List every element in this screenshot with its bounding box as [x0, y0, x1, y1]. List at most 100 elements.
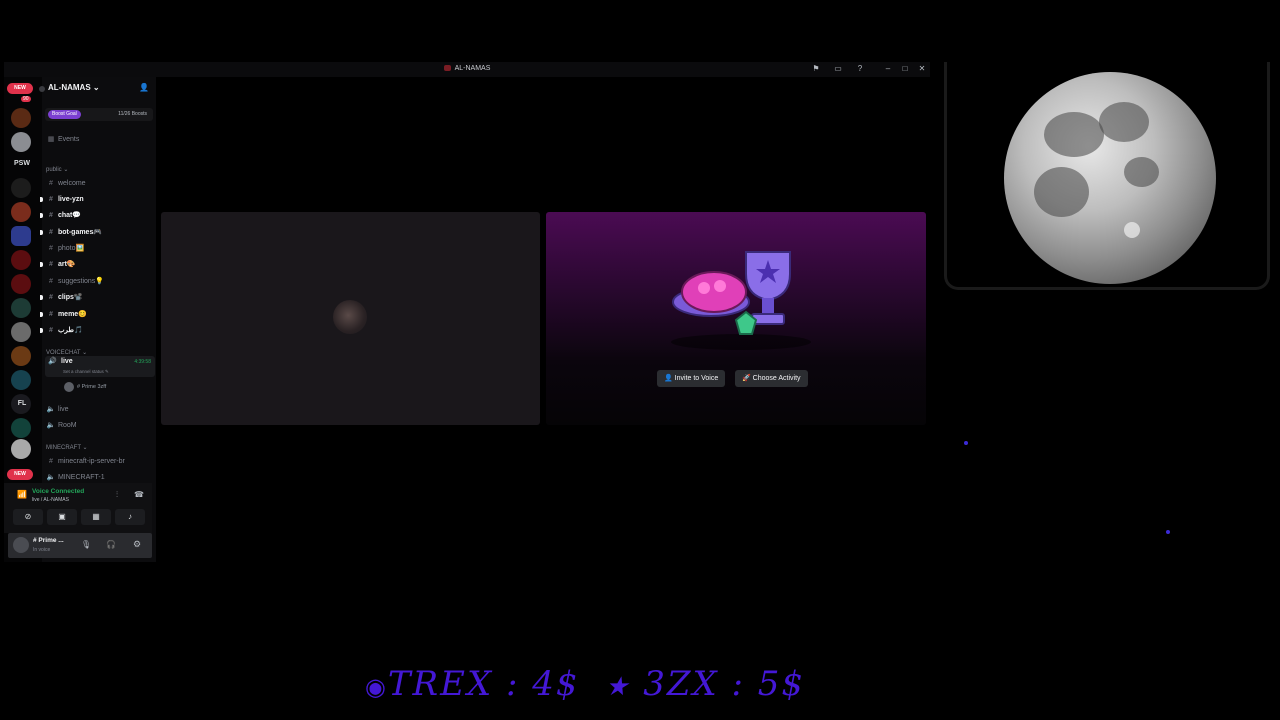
signal-icon[interactable]: 📶 [17, 490, 27, 499]
unread-indicator [40, 312, 43, 317]
channel-bot-games[interactable]: # bot-games🎮 [40, 226, 152, 239]
channel-chat[interactable]: # chat💬 [40, 209, 152, 222]
voice-status[interactable]: Voice Connected [32, 488, 84, 495]
hash-icon: # [49, 327, 53, 334]
new-badge[interactable]: NEW [7, 83, 33, 94]
server-icon-text[interactable]: FL [8, 400, 36, 407]
hash-icon: # [49, 180, 53, 187]
channel-meme[interactable]: # meme😊 [40, 308, 152, 321]
choose-activity-button[interactable]: 🚀 Choose Activity [735, 370, 808, 387]
user-name[interactable]: # Prime ... [33, 537, 64, 544]
help-icon[interactable]: ? [854, 63, 866, 75]
unread-indicator [40, 230, 43, 235]
maximize-icon[interactable]: □ [899, 63, 911, 75]
server-icon[interactable] [11, 418, 31, 438]
user-status: In voice [33, 547, 51, 553]
category-public[interactable]: public ⌄ [46, 166, 68, 173]
unread-indicator [40, 328, 43, 333]
rocket-icon: 🚀 [742, 375, 751, 382]
sparkle [1166, 530, 1170, 534]
unread-indicator [40, 262, 43, 267]
server-icon[interactable] [11, 108, 31, 128]
channel-art[interactable]: # art🎨 [40, 258, 152, 271]
new-badge[interactable]: NEW [7, 469, 33, 480]
user-avatar[interactable] [13, 537, 29, 553]
activity-tile: 👤 Invite to Voice 🚀 Choose Activity [546, 212, 926, 425]
noise-suppression-icon[interactable]: ⫶ [116, 490, 118, 500]
server-icon[interactable] [11, 132, 31, 152]
soundboard-button[interactable]: ♪ [115, 509, 145, 525]
headphones-icon[interactable]: 🎧 [106, 540, 116, 549]
server-icon[interactable] [11, 439, 31, 459]
microphone-icon[interactable]: 🎙 [81, 540, 91, 549]
hash-icon: # [49, 294, 53, 301]
settings-gear-icon[interactable]: ⚙ [133, 539, 141, 550]
voice-timer: 4:39:58 [134, 359, 151, 365]
server-icon[interactable] [11, 250, 31, 270]
unread-indicator [40, 295, 43, 300]
server-icon[interactable] [11, 274, 31, 294]
participant-tile[interactable] [161, 212, 540, 425]
mention-count-badge: 90 [21, 96, 31, 102]
server-icon[interactable] [11, 202, 31, 222]
activities-button[interactable]: ▦ [81, 509, 111, 525]
server-icon[interactable] [11, 322, 31, 342]
screen-share-button[interactable]: ▣ [47, 509, 77, 525]
server-icon[interactable] [11, 346, 31, 366]
minimize-icon[interactable]: – [882, 63, 894, 75]
invite-to-voice-button[interactable]: 👤 Invite to Voice [657, 370, 726, 387]
disconnect-icon[interactable]: ☎ [134, 490, 144, 499]
server-icon[interactable] [11, 370, 31, 390]
server-icon-text[interactable]: PSW [8, 160, 36, 167]
voice-channel-live-active[interactable]: 🔊 live 4:39:58 Set a channel status ✎ [45, 356, 155, 377]
voice-channel-path[interactable]: live / AL-NAMAS [32, 497, 69, 503]
voice-member-name[interactable]: # Prime 3zff [77, 384, 106, 390]
hash-icon: # [49, 245, 53, 252]
channel-tarab[interactable]: # طرب🎵 [40, 324, 152, 337]
category-voicechat[interactable]: VOICECHAT ⌄ [46, 349, 87, 356]
moon-mare [1034, 167, 1089, 217]
activity-illustration [671, 251, 811, 350]
member-avatar[interactable] [64, 382, 74, 392]
channel-welcome[interactable]: # welcome [46, 177, 152, 190]
hash-icon: # [49, 278, 53, 285]
inbox-icon[interactable]: ▭ [832, 63, 844, 75]
unread-indicator [40, 213, 43, 218]
close-icon[interactable]: ✕ [916, 63, 928, 75]
add-user-icon: 👤 [664, 375, 673, 382]
server-icon[interactable] [11, 298, 31, 318]
speaker-icon: 🔈 [46, 406, 56, 413]
channel-suggestions[interactable]: # suggestions💡 [46, 275, 152, 288]
price-ticker: ◉TREX : 4$ ★ 3ZX : 5$ [325, 664, 845, 704]
flag-icon[interactable]: ⚑ [810, 63, 822, 75]
channel-clips[interactable]: # clips📽️ [40, 291, 152, 304]
speaker-icon: 🔈 [46, 422, 56, 429]
guild-name[interactable]: AL-NAMAS ⌄ [48, 83, 100, 92]
ticker-item-trex: TREX : 4$ [387, 664, 580, 704]
user-panel: # Prime ... In voice 🎙 🎧 ⚙ [8, 533, 152, 558]
hash-icon: # [49, 458, 53, 465]
voice-connected-panel: 📶 Voice Connected live / AL-NAMAS ⫶ ☎ ⊘ … [4, 483, 152, 533]
ticker-item-3zx: 3ZX : 5$ [643, 664, 806, 704]
channel-live-yzn[interactable]: # live-yzn [40, 193, 152, 206]
moon-mare [1124, 157, 1159, 187]
app-logo-icon [443, 65, 451, 72]
hash-icon: # [49, 311, 53, 318]
moon-mare [1099, 102, 1149, 142]
channel-minecraft-ip[interactable]: # minecraft-ip-server-br [46, 455, 152, 468]
server-icon[interactable] [11, 178, 31, 198]
camera-button[interactable]: ⊘ [13, 509, 43, 525]
boost-goal-bar[interactable]: Boost Goal 11/26 Boosts [45, 108, 153, 121]
folder-icon[interactable] [11, 226, 31, 246]
star-icon: ★ [605, 672, 631, 702]
voice-channel-room[interactable]: 🔈 RooM [46, 419, 152, 432]
voice-channel-live[interactable]: 🔈 live [46, 403, 152, 416]
coin-icon: ◉ [364, 673, 388, 701]
events-item[interactable]: ▦ Events [46, 133, 152, 146]
category-minecraft[interactable]: MINECRAFT ⌄ [46, 444, 88, 451]
invite-people-icon[interactable]: 👤 [139, 83, 149, 92]
channel-status-hint[interactable]: Set a channel status ✎ [63, 369, 109, 375]
channel-photo[interactable]: # photo🖼️ [46, 242, 152, 255]
boost-goal-label: Boost Goal [48, 110, 81, 119]
participant-avatar [333, 300, 367, 334]
